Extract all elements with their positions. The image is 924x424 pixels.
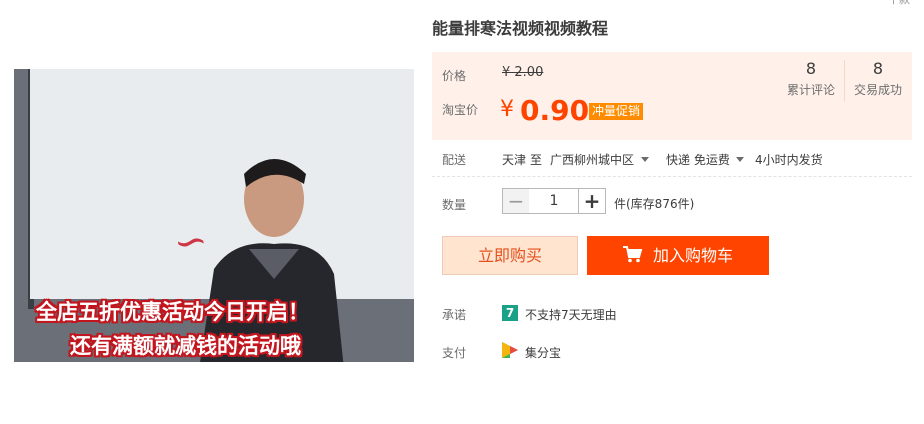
caret-down-icon[interactable]: [641, 157, 649, 162]
quantity-input[interactable]: [529, 188, 579, 214]
reviews-count: 8: [805, 59, 817, 78]
delivery-destination-select[interactable]: 广西柳州城中区: [550, 151, 634, 168]
buy-now-button[interactable]: 立即购买: [442, 236, 578, 275]
reviews-label: 累计评论: [786, 83, 835, 97]
shopping-cart-icon: [622, 246, 643, 263]
reviews-stat[interactable]: 8 累计评论: [776, 60, 846, 98]
original-price: ¥ 2.00: [502, 65, 544, 80]
payment-text[interactable]: 集分宝: [525, 344, 561, 361]
currency-symbol: ¥: [500, 97, 514, 122]
add-to-cart-button[interactable]: 加入购物车: [587, 236, 769, 275]
ship-time: 4小时内发货: [755, 153, 823, 167]
product-image[interactable]: ∽ 全店五折优惠活动今日开启！ 还有满额就减钱的活动哦: [14, 69, 414, 362]
taobao-price: 0.90: [520, 94, 590, 127]
section-divider: [432, 176, 912, 177]
delivery-origin: 天津: [502, 153, 527, 167]
jifenbao-icon: [502, 342, 518, 358]
add-to-cart-label: 加入购物车: [652, 246, 733, 265]
taobao-price-label: 淘宝价: [442, 103, 479, 117]
sales-stat: 8 交易成功: [843, 60, 913, 98]
promo-badge[interactable]: 冲量促销: [589, 103, 644, 120]
quantity-decrease-button[interactable]: −: [502, 188, 530, 214]
promise-text[interactable]: 不支持7天无理由: [525, 306, 617, 323]
quantity-unit-stock: 件(库存876件): [614, 197, 695, 211]
price-label: 价格: [442, 69, 467, 83]
corner-text-fragment: 十款: [888, 0, 910, 7]
delivery-method-select[interactable]: 快递 免运费: [666, 151, 730, 168]
seven-day-icon: 7: [502, 305, 518, 321]
delivery-label: 配送: [442, 153, 467, 167]
quantity-label: 数量: [442, 198, 467, 212]
image-caption-line2: 还有满额就减钱的活动哦: [70, 333, 301, 358]
promise-label: 承诺: [442, 308, 467, 322]
sales-count: 8: [872, 59, 884, 78]
quantity-increase-button[interactable]: +: [578, 188, 606, 214]
image-caption: 全店五折优惠活动今日开启！ 还有满额就减钱的活动哦: [14, 290, 414, 362]
payment-label: 支付: [442, 346, 467, 360]
sales-label: 交易成功: [853, 83, 902, 97]
caret-down-icon[interactable]: [736, 157, 744, 162]
product-title: 能量排寒法视频视频教程: [432, 19, 609, 38]
delivery-to-word: 至: [530, 153, 543, 167]
image-caption-line1: 全店五折优惠活动今日开启！: [36, 299, 309, 324]
